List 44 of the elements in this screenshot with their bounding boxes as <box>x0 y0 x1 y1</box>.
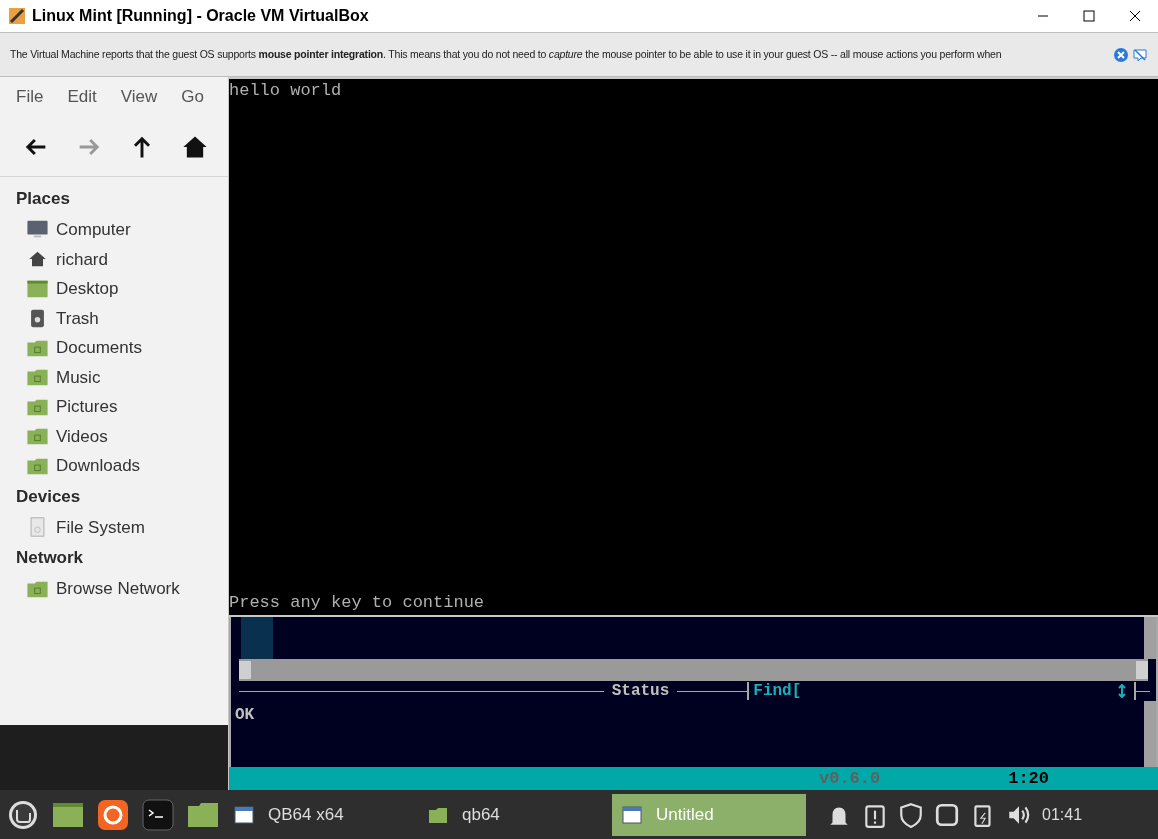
sidebar-item[interactable]: richard <box>0 244 228 274</box>
taskbar-window-button[interactable]: qb64 <box>418 793 612 836</box>
firefox-icon[interactable] <box>97 798 129 831</box>
close-icon <box>1129 10 1141 22</box>
sidebar-item[interactable]: Downloads <box>0 451 228 481</box>
notification-text: The Virtual Machine reports that the guest OS supports mouse pointer integration. This means that you do not need to capture the mouse pointer to be able to use it in your guest OS -- all mouse actions you perform when <box>10 46 1002 62</box>
status-message: OK <box>234 705 256 727</box>
mint-menu-icon[interactable] <box>7 798 39 831</box>
menu-item[interactable]: View <box>120 84 158 110</box>
up-down-arrow-icon[interactable] <box>1118 684 1126 699</box>
window-icon <box>622 804 642 825</box>
maximize-icon <box>1083 10 1095 22</box>
sidebar-item[interactable]: File System <box>0 512 228 542</box>
sidebar-item[interactable]: Music <box>0 362 228 392</box>
mouse-integration-icon[interactable] <box>1132 46 1148 63</box>
sidebar-item[interactable]: Videos <box>0 421 228 451</box>
cursor-position: 1:20 <box>1008 767 1050 790</box>
menu-item[interactable]: File <box>16 84 44 110</box>
output-text: hello world <box>229 81 343 101</box>
section-heading: Network <box>15 547 85 570</box>
window-title: Linux Mint [Running] - Oracle VM VirtualBox <box>32 6 369 26</box>
menu-item[interactable]: Edit <box>67 84 97 110</box>
clock[interactable]: 01:41 <box>1042 802 1083 827</box>
status-heading: Status <box>610 681 671 703</box>
sidebar-item[interactable]: Trash <box>0 303 228 333</box>
section-heading: Devices <box>15 485 82 508</box>
terminal-icon[interactable] <box>142 798 174 831</box>
taskbar-window-button[interactable]: QB64 x64 <box>224 793 418 836</box>
find-field[interactable]: Find[ <box>749 679 1118 704</box>
menu-item[interactable]: Go <box>181 84 204 110</box>
close-icon[interactable] <box>1113 46 1129 63</box>
section-heading: Places <box>15 188 71 211</box>
sidebar-item[interactable]: Computer <box>0 215 228 245</box>
sidebar-item[interactable]: Browse Network <box>0 574 228 604</box>
sidebar-item[interactable]: Desktop <box>0 274 228 304</box>
editor-cursor-column <box>241 617 273 660</box>
window-icon <box>234 804 254 825</box>
output-text: Press any key to continue <box>229 593 486 614</box>
sidebar-item[interactable]: Documents <box>0 333 228 363</box>
version-text: v0.6.0 <box>819 767 881 790</box>
virtualbox-logo-icon <box>8 7 26 25</box>
shield-icon[interactable] <box>898 801 924 828</box>
display-icon[interactable] <box>934 801 960 828</box>
sidebar-item[interactable]: Pictures <box>0 392 228 422</box>
